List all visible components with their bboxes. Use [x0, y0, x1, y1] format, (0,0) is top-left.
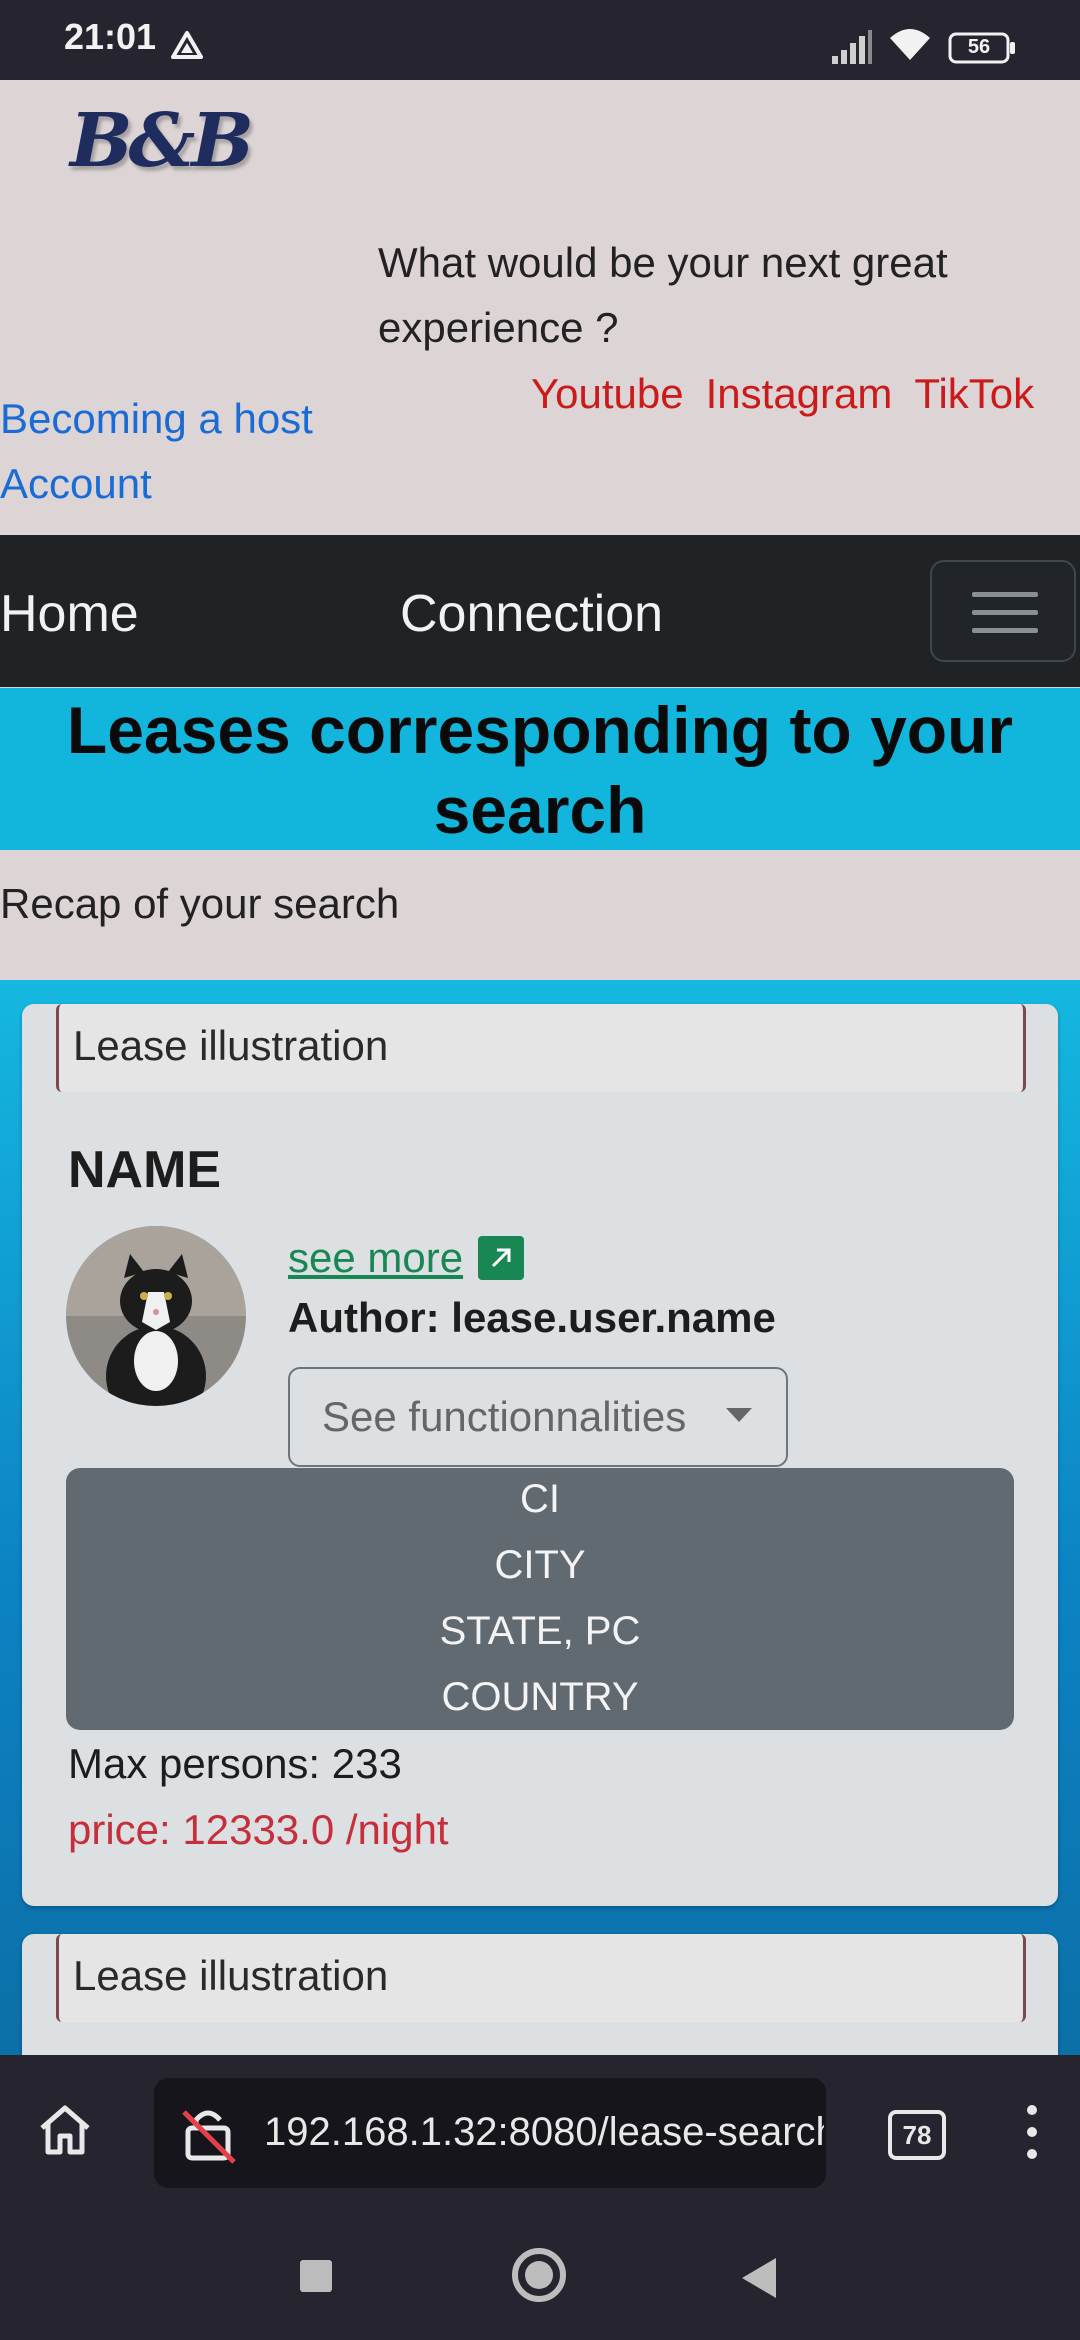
- url-text[interactable]: 192.168.1.32:8080/lease-search: [264, 2110, 824, 2155]
- lease-price: price: 12333.0 /night: [68, 1806, 449, 1853]
- lease-illustration: Lease illustration: [56, 1934, 1026, 2022]
- account-link[interactable]: Account: [0, 451, 313, 516]
- becoming-host-link[interactable]: Becoming a host: [0, 386, 313, 451]
- signal-icon: [832, 30, 872, 64]
- home-icon[interactable]: [36, 2102, 94, 2158]
- lease-name: NAME: [68, 1141, 222, 1199]
- home-button-icon[interactable]: [512, 2248, 566, 2302]
- site-logo[interactable]: B&B: [70, 98, 254, 184]
- lease-illustration-alt: Lease illustration: [73, 1022, 389, 1069]
- functionalities-dropdown-label: See functionnalities: [322, 1393, 687, 1440]
- menu-dots-icon[interactable]: [1024, 2104, 1040, 2160]
- back-icon[interactable]: [742, 2258, 776, 2298]
- lease-illustration-alt: Lease illustration: [73, 1952, 389, 1999]
- wifi-icon: [890, 29, 930, 60]
- youtube-link[interactable]: Youtube: [531, 370, 684, 417]
- lease-author: Author: lease.user.name: [288, 1294, 776, 1341]
- recent-apps-icon[interactable]: [300, 2260, 332, 2292]
- insecure-lock-icon[interactable]: [180, 2104, 240, 2164]
- page-title: Leases corresponding to your search: [66, 693, 1014, 847]
- address-line: COUNTRY: [441, 1675, 639, 1719]
- header-links: Becoming a host Account: [0, 386, 313, 516]
- author-avatar: [66, 1226, 246, 1406]
- recap-text: Recap of your search: [0, 880, 400, 927]
- social-links: Youtube Instagram TikTok: [531, 370, 1056, 418]
- see-more-link[interactable]: see more: [288, 1234, 463, 1282]
- caret-down-icon: [726, 1408, 752, 1422]
- drive-icon: [171, 31, 203, 59]
- tiktok-link[interactable]: TikTok: [914, 370, 1034, 417]
- max-persons: Max persons: 233: [68, 1740, 402, 1787]
- battery-icon: 56: [948, 32, 1016, 64]
- address-line: STATE, PC: [439, 1609, 641, 1653]
- navbar-toggler-button[interactable]: [930, 560, 1076, 662]
- lease-illustration: Lease illustration: [56, 1004, 1026, 1092]
- nav-connection-link[interactable]: Connection: [400, 584, 663, 644]
- status-time: 21:01: [64, 16, 157, 57]
- battery-level: 56: [967, 36, 991, 58]
- nav-home-link[interactable]: Home: [0, 584, 139, 644]
- address-line: CI: [520, 1477, 560, 1521]
- external-link-icon[interactable]: [478, 1236, 524, 1280]
- tabs-icon[interactable]: 78: [888, 2110, 946, 2160]
- address-line: CITY: [494, 1543, 586, 1587]
- tagline: What would be your next great experience…: [378, 239, 948, 351]
- instagram-link[interactable]: Instagram: [706, 370, 893, 417]
